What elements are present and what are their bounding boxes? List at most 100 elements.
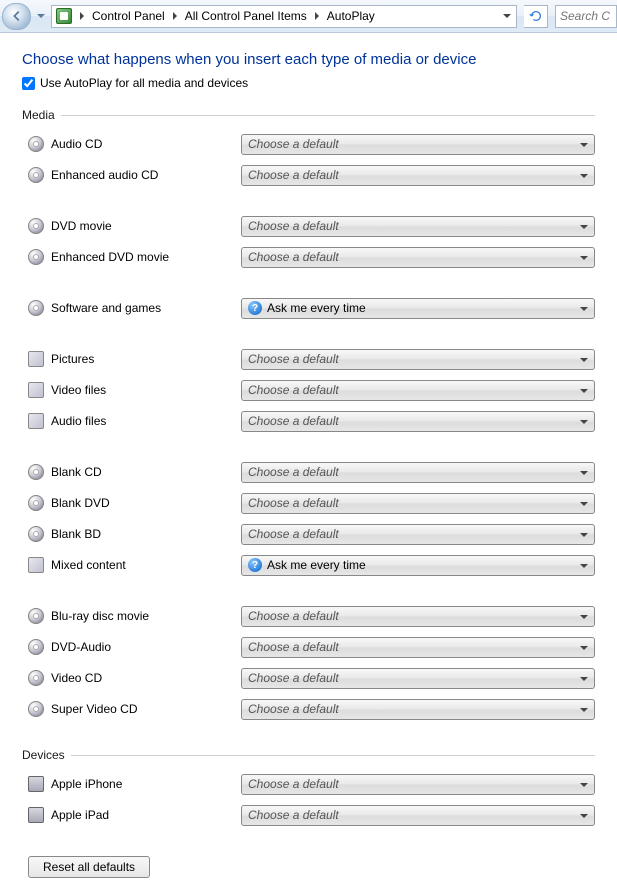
disc-icon xyxy=(28,167,44,183)
chevron-right-icon[interactable] xyxy=(311,12,323,20)
file-icon xyxy=(28,351,44,367)
disc-icon xyxy=(28,464,44,480)
dropdown-value: Choose a default xyxy=(248,808,339,822)
device-icon xyxy=(28,807,44,823)
media-label: Apple iPhone xyxy=(51,777,241,791)
media-row: Mixed content?Ask me every time xyxy=(22,553,595,577)
action-dropdown[interactable]: Choose a default xyxy=(241,134,595,155)
address-field[interactable]: Control Panel All Control Panel Items Au… xyxy=(51,5,517,28)
action-dropdown[interactable]: Choose a default xyxy=(241,411,595,432)
media-row: DVD movie Choose a default xyxy=(22,214,595,238)
breadcrumb-item[interactable]: AutoPlay xyxy=(323,6,379,27)
breadcrumb-item[interactable]: All Control Panel Items xyxy=(181,6,311,27)
media-label: DVD-Audio xyxy=(51,640,241,654)
action-dropdown[interactable]: Choose a default xyxy=(241,380,595,401)
chevron-down-icon xyxy=(580,219,588,233)
media-row: Audio filesChoose a default xyxy=(22,409,595,433)
media-row: Video CDChoose a default xyxy=(22,666,595,690)
disc-icon xyxy=(28,495,44,511)
address-dropdown[interactable] xyxy=(498,14,516,19)
disc-icon xyxy=(28,136,44,152)
media-row: Enhanced audio CDChoose a default xyxy=(22,163,595,187)
media-label: Blu-ray disc movie xyxy=(51,609,241,623)
disc-icon xyxy=(28,608,44,624)
media-label: Apple iPad xyxy=(51,808,241,822)
address-bar: Control Panel All Control Panel Items Au… xyxy=(0,0,617,33)
media-label: Super Video CD xyxy=(51,702,241,716)
breadcrumb-item[interactable]: Control Panel xyxy=(88,6,169,27)
dropdown-value: Choose a default xyxy=(248,414,339,428)
breadcrumb-label: All Control Panel Items xyxy=(181,9,311,23)
chevron-down-icon xyxy=(580,808,588,822)
media-row: Blu-ray disc movieChoose a default xyxy=(22,604,595,628)
media-group: Blu-ray disc movieChoose a defaultDVD-Au… xyxy=(22,604,595,721)
nav-history-dropdown[interactable] xyxy=(34,3,48,29)
search-input[interactable] xyxy=(555,5,617,28)
question-icon: ? xyxy=(248,558,262,572)
divider xyxy=(61,115,595,116)
action-dropdown[interactable]: Choose a default xyxy=(241,493,595,514)
action-dropdown[interactable]: Choose a default xyxy=(241,606,595,627)
chevron-down-icon xyxy=(580,414,588,428)
file-icon xyxy=(28,557,44,573)
dropdown-value: Choose a default xyxy=(248,168,339,182)
device-icon xyxy=(28,776,44,792)
media-label: Blank CD xyxy=(51,465,241,479)
use-autoplay-row: Use AutoPlay for all media and devices xyxy=(22,76,595,90)
action-dropdown[interactable]: Choose a default xyxy=(241,247,595,268)
reset-defaults-button[interactable]: Reset all defaults xyxy=(28,856,150,878)
media-row: PicturesChoose a default xyxy=(22,347,595,371)
file-icon xyxy=(28,413,44,429)
chevron-down-icon xyxy=(580,496,588,510)
media-row: Super Video CDChoose a default xyxy=(22,697,595,721)
chevron-right-icon[interactable] xyxy=(169,12,181,20)
action-dropdown[interactable]: ? Ask me every time xyxy=(241,555,595,576)
media-row: Blank BDChoose a default xyxy=(22,522,595,546)
action-dropdown[interactable]: Choose a default xyxy=(241,524,595,545)
disc-icon xyxy=(28,670,44,686)
disc-icon xyxy=(28,300,44,316)
disc-icon xyxy=(28,526,44,542)
media-group: Blank CDChoose a defaultBlank DVDChoose … xyxy=(22,460,595,577)
action-dropdown[interactable]: Choose a default xyxy=(241,216,595,237)
refresh-button[interactable] xyxy=(524,5,548,28)
action-dropdown[interactable]: Choose a default xyxy=(241,349,595,370)
chevron-down-icon xyxy=(580,465,588,479)
question-icon: ? xyxy=(248,301,262,315)
media-label: Pictures xyxy=(51,352,241,366)
device-group: Apple iPhoneChoose a defaultApple iPadCh… xyxy=(22,772,595,827)
disc-icon xyxy=(28,639,44,655)
media-row: Software and games?Ask me every time xyxy=(22,296,595,320)
dropdown-value: Choose a default xyxy=(248,671,339,685)
chevron-down-icon xyxy=(580,777,588,791)
media-group: PicturesChoose a defaultVideo filesChoos… xyxy=(22,347,595,433)
media-label: Software and games xyxy=(51,301,241,315)
divider xyxy=(71,755,595,756)
media-group: DVD movieChoose a defaultEnhanced DVD mo… xyxy=(22,214,595,269)
chevron-right-icon[interactable] xyxy=(76,12,88,20)
dropdown-value: Choose a default xyxy=(248,219,339,233)
devices-section-header: Devices xyxy=(22,748,595,762)
dropdown-value: Ask me every time xyxy=(267,558,366,572)
dropdown-value: Choose a default xyxy=(248,496,339,510)
media-row: Blank CDChoose a default xyxy=(22,460,595,484)
action-dropdown[interactable]: Choose a default xyxy=(241,462,595,483)
chevron-down-icon xyxy=(580,702,588,716)
action-dropdown[interactable]: ?Ask me every time xyxy=(241,298,595,319)
action-dropdown[interactable]: Choose a default xyxy=(241,637,595,658)
breadcrumb-label: AutoPlay xyxy=(323,9,379,23)
back-button[interactable] xyxy=(2,3,31,30)
action-dropdown[interactable]: Choose a default xyxy=(241,165,595,186)
action-dropdown[interactable]: Choose a default xyxy=(241,668,595,689)
media-label: Video files xyxy=(51,383,241,397)
disc-icon xyxy=(28,218,44,234)
action-dropdown[interactable]: Choose a default xyxy=(241,699,595,720)
media-row: Video filesChoose a default xyxy=(22,378,595,402)
use-autoplay-checkbox[interactable] xyxy=(22,77,35,90)
action-dropdown[interactable]: Choose a default xyxy=(241,774,595,795)
media-label: DVD movie xyxy=(51,219,241,233)
dropdown-value: Choose a default xyxy=(248,527,339,541)
dropdown-value: Choose a default xyxy=(248,640,339,654)
action-dropdown[interactable]: Choose a default xyxy=(241,805,595,826)
disc-icon xyxy=(28,701,44,717)
